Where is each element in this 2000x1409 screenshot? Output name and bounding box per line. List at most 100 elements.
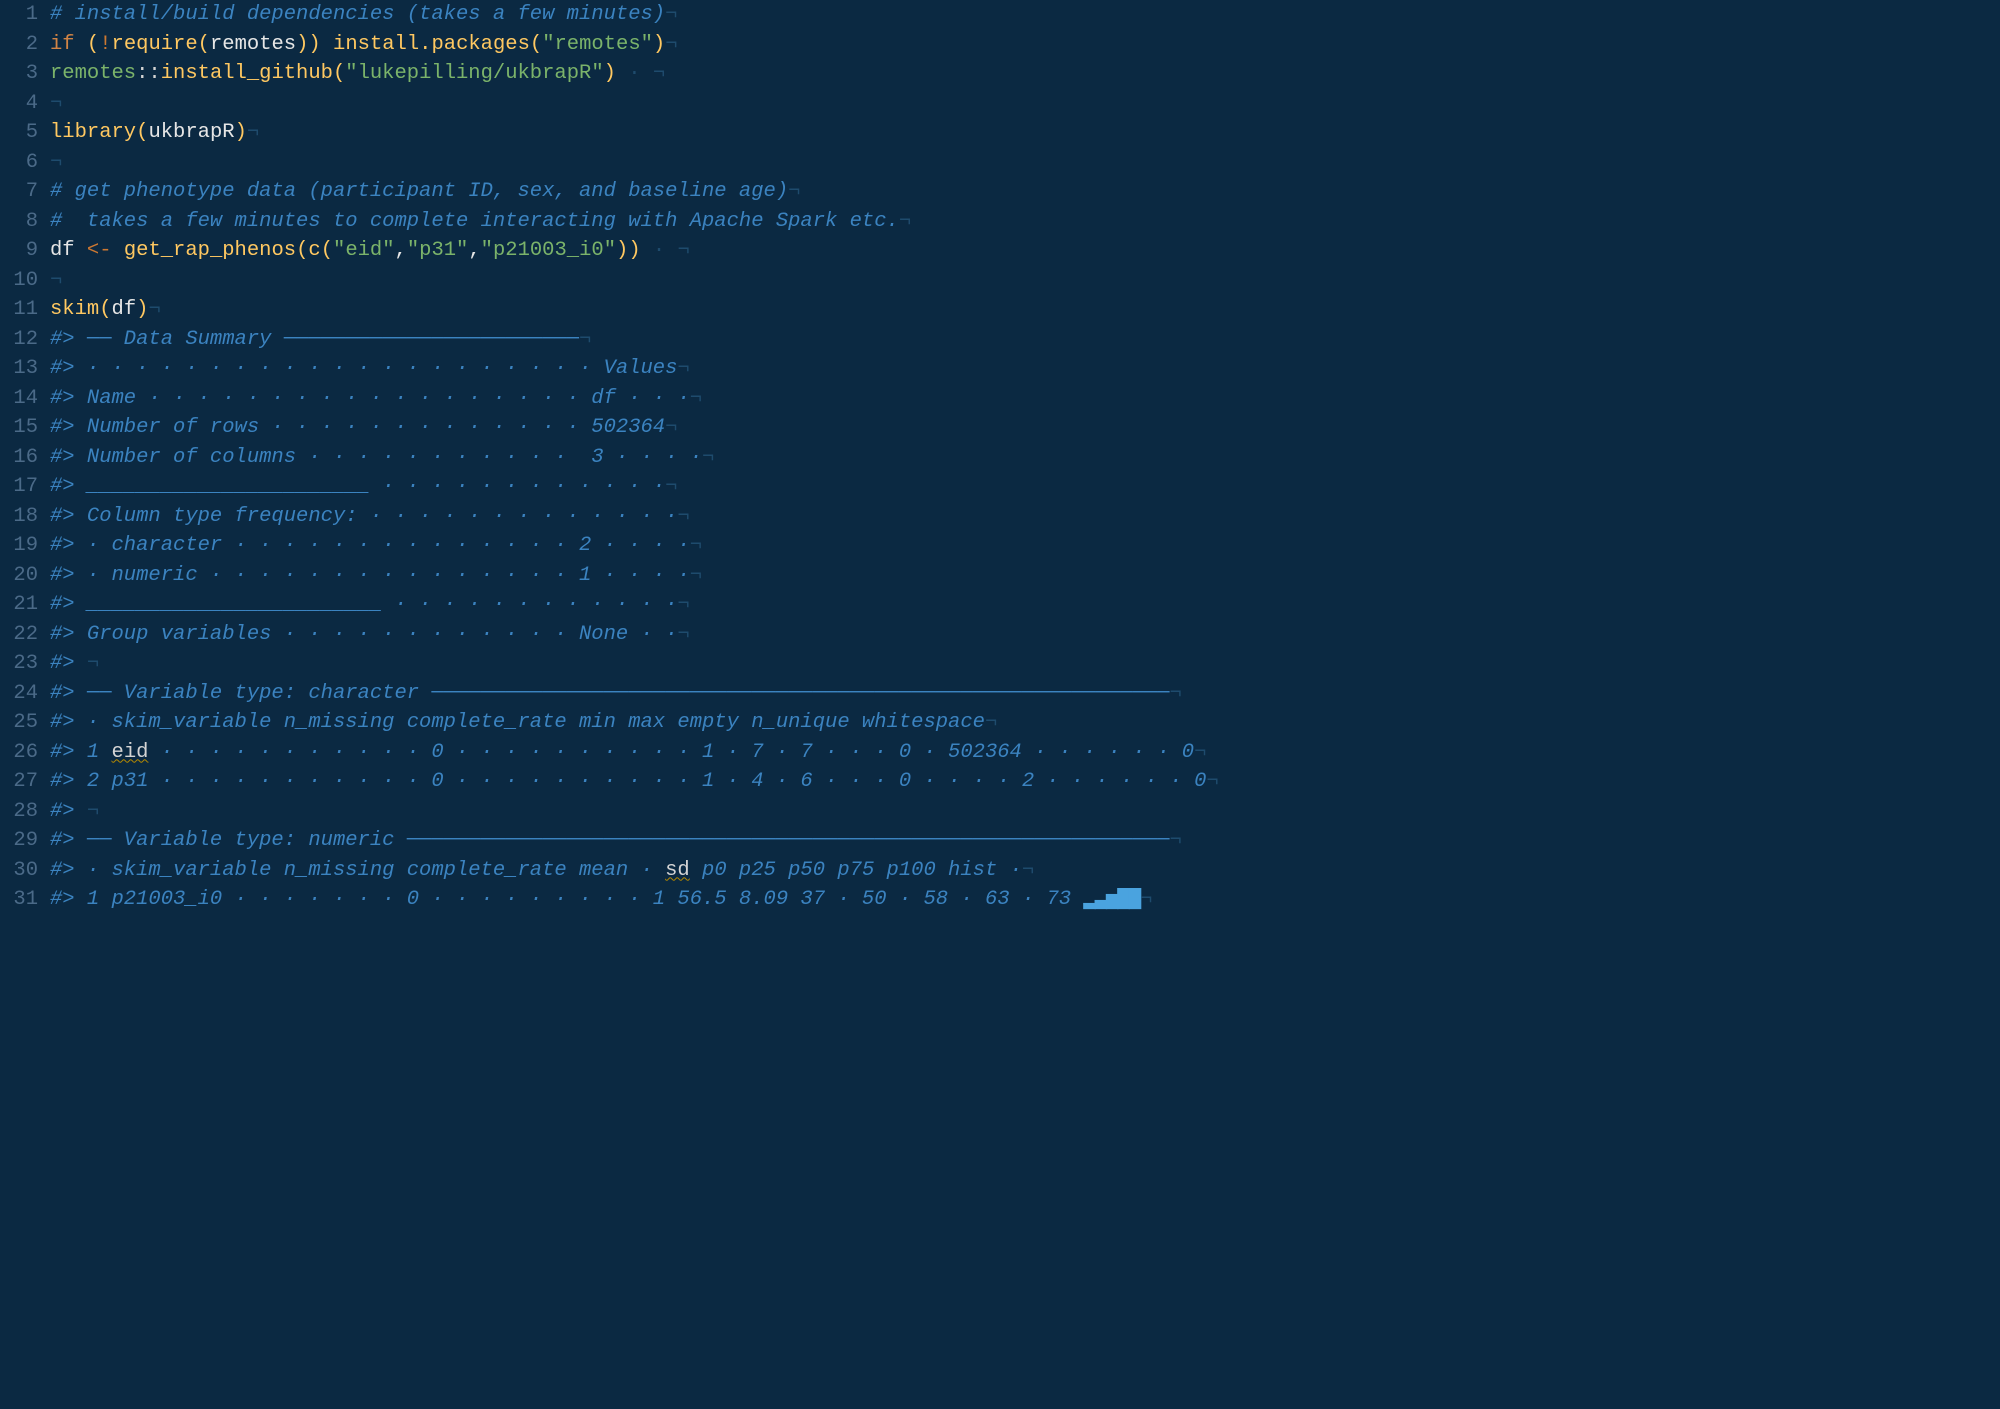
ident-token: , bbox=[395, 239, 407, 262]
string-token: "p21003_i0" bbox=[481, 239, 616, 262]
line-number: 16 bbox=[0, 443, 38, 473]
line-number: 8 bbox=[0, 207, 38, 237]
line-number: 28 bbox=[0, 797, 38, 827]
comment-token: # takes a few minutes to complete intera… bbox=[50, 210, 899, 233]
func-token: get_rap_phenos bbox=[124, 239, 296, 262]
eol-token: ¬ bbox=[87, 652, 99, 675]
code-line[interactable]: ¬ bbox=[50, 148, 2000, 178]
code-line[interactable]: ¬ bbox=[50, 89, 2000, 119]
paren-token: ( bbox=[198, 33, 210, 56]
line-number: 18 bbox=[0, 502, 38, 532]
eol-token: ¬ bbox=[50, 269, 62, 292]
code-line[interactable]: #> · character · · · · · · · · · · · · ·… bbox=[50, 531, 2000, 561]
code-line[interactable]: # get phenotype data (participant ID, se… bbox=[50, 177, 2000, 207]
func-token: skim bbox=[50, 298, 99, 321]
paren-token: ) bbox=[616, 239, 628, 262]
eol-token: ¬ bbox=[665, 475, 677, 498]
ws-token bbox=[75, 33, 87, 56]
line-number: 26 bbox=[0, 738, 38, 768]
comment-token: #> Group variables · · · · · · · · · · ·… bbox=[50, 623, 677, 646]
string-token: "remotes" bbox=[542, 33, 653, 56]
code-line[interactable]: #> ________________________ · · · · · · … bbox=[50, 590, 2000, 620]
spell-token: sd bbox=[665, 859, 690, 882]
code-line[interactable]: remotes::install_github("lukepilling/ukb… bbox=[50, 59, 2000, 89]
paren-token: ( bbox=[99, 298, 111, 321]
code-line[interactable]: #> · skim_variable n_missing complete_ra… bbox=[50, 856, 2000, 886]
paren-token: ( bbox=[87, 33, 99, 56]
line-number: 14 bbox=[0, 384, 38, 414]
line-number: 31 bbox=[0, 885, 38, 915]
code-editor[interactable]: 1234567891011121314151617181920212223242… bbox=[0, 0, 2000, 1409]
code-line[interactable]: #> 2 p31 · · · · · · · · · · · 0 · · · ·… bbox=[50, 767, 2000, 797]
code-line[interactable]: #> · · · · · · · · · · · · · · · · · · ·… bbox=[50, 354, 2000, 384]
code-line[interactable]: #> 1 p21003_i0 · · · · · · · 0 · · · · ·… bbox=[50, 885, 2000, 915]
eol-token: ¬ bbox=[678, 239, 690, 262]
line-number: 29 bbox=[0, 826, 38, 856]
comment-token: #> Column type frequency: · · · · · · · … bbox=[50, 505, 677, 528]
comment-token: #> 1 p21003_i0 · · · · · · · 0 · · · · ·… bbox=[50, 888, 1083, 911]
line-number: 11 bbox=[0, 295, 38, 325]
comment-token: #> ── Data Summary ─────────────────────… bbox=[50, 328, 579, 351]
code-line[interactable]: library(ukbrapR)¬ bbox=[50, 118, 2000, 148]
code-line[interactable]: #> · skim_variable n_missing complete_ra… bbox=[50, 708, 2000, 738]
comment-token: #> · skim_variable n_missing complete_ra… bbox=[50, 859, 665, 882]
line-number-gutter: 1234567891011121314151617181920212223242… bbox=[0, 0, 50, 1409]
eol-token: ¬ bbox=[677, 505, 689, 528]
code-line[interactable]: #> Name · · · · · · · · · · · · · · · · … bbox=[50, 384, 2000, 414]
eol-token: ¬ bbox=[653, 62, 665, 85]
comment-token: #> Number of rows · · · · · · · · · · · … bbox=[50, 416, 665, 439]
eol-token: ¬ bbox=[87, 800, 99, 823]
code-line[interactable]: #> _______________________ · · · · · · ·… bbox=[50, 472, 2000, 502]
eol-token: ¬ bbox=[665, 33, 677, 56]
code-line[interactable]: #> ¬ bbox=[50, 797, 2000, 827]
eol-token: ¬ bbox=[788, 180, 800, 203]
code-line[interactable]: #> · numeric · · · · · · · · · · · · · ·… bbox=[50, 561, 2000, 591]
line-number: 21 bbox=[0, 590, 38, 620]
paren-token: ) bbox=[308, 33, 320, 56]
eol-token: ¬ bbox=[899, 210, 911, 233]
paren-token: ) bbox=[235, 121, 247, 144]
code-line[interactable]: #> Number of rows · · · · · · · · · · · … bbox=[50, 413, 2000, 443]
eol-token: ¬ bbox=[665, 416, 677, 439]
eol-token: ¬ bbox=[690, 387, 702, 410]
comment-token: #> 1 bbox=[50, 741, 112, 764]
code-line[interactable]: #> 1 eid · · · · · · · · · · · 0 · · · ·… bbox=[50, 738, 2000, 768]
code-line[interactable]: skim(df)¬ bbox=[50, 295, 2000, 325]
line-number: 20 bbox=[0, 561, 38, 591]
eol-token: ¬ bbox=[50, 151, 62, 174]
code-line[interactable]: #> ¬ bbox=[50, 649, 2000, 679]
ident-token: ukbrapR bbox=[148, 121, 234, 144]
line-number: 19 bbox=[0, 531, 38, 561]
code-line[interactable]: df <- get_rap_phenos(c("eid","p31","p210… bbox=[50, 236, 2000, 266]
code-line[interactable]: # takes a few minutes to complete intera… bbox=[50, 207, 2000, 237]
code-line[interactable]: #> ── Data Summary ─────────────────────… bbox=[50, 325, 2000, 355]
eol-token: ¬ bbox=[1206, 770, 1218, 793]
code-line[interactable]: #> Number of columns · · · · · · · · · ·… bbox=[50, 443, 2000, 473]
ident-token: , bbox=[468, 239, 480, 262]
comment-token: #> bbox=[50, 800, 87, 823]
ident-token: df bbox=[112, 298, 137, 321]
func-token: install_github bbox=[161, 62, 333, 85]
paren-token: ( bbox=[136, 121, 148, 144]
code-area[interactable]: # install/build dependencies (takes a fe… bbox=[50, 0, 2000, 1409]
keyword-token: if bbox=[50, 33, 75, 56]
paren-token: ) bbox=[628, 239, 640, 262]
code-line[interactable]: ¬ bbox=[50, 266, 2000, 296]
line-number: 24 bbox=[0, 679, 38, 709]
comment-token: #> · · · · · · · · · · · · · · · · · · ·… bbox=[50, 357, 677, 380]
code-line[interactable]: # install/build dependencies (takes a fe… bbox=[50, 0, 2000, 30]
paren-token: ) bbox=[653, 33, 665, 56]
code-line[interactable]: #> Column type frequency: · · · · · · · … bbox=[50, 502, 2000, 532]
line-number: 6 bbox=[0, 148, 38, 178]
eol-token: ¬ bbox=[148, 298, 160, 321]
code-line[interactable]: if (!require(remotes)) install.packages(… bbox=[50, 30, 2000, 60]
spell-token: eid bbox=[112, 741, 149, 764]
paren-token: ) bbox=[296, 33, 308, 56]
code-line[interactable]: #> ── Variable type: numeric ───────────… bbox=[50, 826, 2000, 856]
code-line[interactable]: #> ── Variable type: character ─────────… bbox=[50, 679, 2000, 709]
code-line[interactable]: #> Group variables · · · · · · · · · · ·… bbox=[50, 620, 2000, 650]
func-token: require bbox=[112, 33, 198, 56]
ws-token: · bbox=[616, 62, 653, 85]
string-token: "eid" bbox=[333, 239, 395, 262]
comment-token: #> · numeric · · · · · · · · · · · · · ·… bbox=[50, 564, 690, 587]
